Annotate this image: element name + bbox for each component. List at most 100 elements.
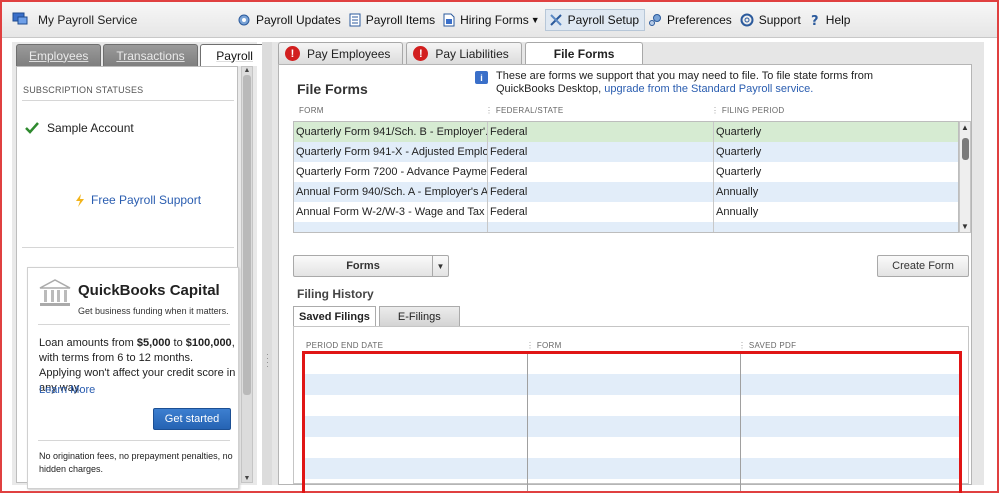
tab-employees[interactable]: Employees [16,44,102,66]
payroll-items-button[interactable]: Payroll Items [346,9,440,31]
payroll-updates-label: Payroll Updates [256,12,341,27]
tab-label: Pay Employees [307,46,391,61]
filing-history-title: Filing History [297,287,374,301]
tab-pay-liabilities[interactable]: ! Pay Liabilities [406,42,522,64]
info-text: These are forms we support that you may … [496,70,874,95]
checkmark-icon [25,122,39,134]
column-header-saved-pdf[interactable]: ⋮ SAVED PDF [738,341,796,350]
left-scrollbar[interactable]: ▲ ▼ [241,66,253,483]
account-name: Sample Account [47,121,134,135]
column-header-filing-period[interactable]: ⋮ FILING PERIOD [711,106,784,115]
support-label: Support [758,12,801,27]
forms-grid: FORM ⋮ FEDERAL/STATE ⋮ FILING PERIOD Qua… [293,103,971,273]
help-label: Help [825,12,851,27]
top-toolbar: My Payroll Service Payroll Updates Payro… [2,2,997,38]
tab-transactions[interactable]: Transactions [103,44,198,66]
document-icon [443,13,455,26]
column-header-period-end-date[interactable]: PERIOD END DATE [306,341,383,350]
scroll-down-icon[interactable]: ▼ [242,475,252,482]
divider [38,324,230,325]
subscription-statuses-header: SUBSCRIPTION STATUSES [23,85,144,95]
table-row[interactable]: Quarterly Form 941/Sch. B - Employer'...… [294,122,958,142]
chevron-down-icon[interactable]: ▼ [432,256,448,276]
file-forms-panel: File Forms i These are forms we support … [278,64,972,493]
get-started-button[interactable]: Get started [153,408,231,430]
cell-filing-period [714,222,958,232]
tab-payroll[interactable]: Payroll [199,44,270,66]
cell-federal-state [488,222,714,232]
svg-text:?: ? [811,14,819,27]
forms-dropdown-button[interactable]: Forms ▼ [293,255,449,277]
forms-grid-body: Quarterly Form 941/Sch. B - Employer'...… [293,121,959,233]
table-row[interactable]: Quarterly Form 7200 - Advance Payme... F… [294,162,958,182]
info-message: i These are forms we support that you ma… [475,70,876,96]
scrollbar-thumb[interactable] [243,75,251,395]
tab-e-filings[interactable]: E-Filings [378,306,460,326]
quickbooks-capital-card: QuickBooks Capital Get business funding … [27,267,239,489]
app-title-area: My Payroll Service [2,11,234,28]
panel-splitter[interactable]: · · · · [262,42,272,485]
payroll-service-icon [12,11,28,28]
chevron-down-icon: ▼ [530,14,540,25]
forms-button-label: Forms [346,260,380,272]
payroll-updates-button[interactable]: Payroll Updates [234,9,346,31]
main-content: ! Pay Employees ! Pay Liabilities File F… [272,42,984,493]
capital-footer: No origination fees, no prepayment penal… [39,451,233,474]
scroll-up-icon[interactable]: ▲ [242,67,252,74]
cell-federal-state: Federal [488,182,714,202]
free-payroll-support-link[interactable]: Free Payroll Support [75,193,201,207]
forms-grid-header: FORM ⋮ FEDERAL/STATE ⋮ FILING PERIOD [293,103,959,119]
left-tabs: Employees Transactions Payroll [16,44,272,66]
left-sidebar: Employees Transactions Payroll SUBSCRIPT… [12,42,270,489]
alert-icon: ! [413,46,429,61]
table-row[interactable] [294,222,958,232]
support-button[interactable]: Support [737,9,806,31]
tab-file-forms[interactable]: File Forms [524,42,644,65]
preferences-button[interactable]: Preferences [645,9,737,31]
divider [22,247,234,248]
capital-title: QuickBooks Capital [78,282,220,299]
cell-federal-state: Federal [488,122,714,142]
payroll-setup-button[interactable]: Payroll Setup [544,8,646,31]
cell-form: Annual Form W-2/W-3 - Wage and Tax ... [294,202,488,222]
cell-form: Quarterly Form 941/Sch. B - Employer'... [294,122,488,142]
tab-pay-employees[interactable]: ! Pay Employees [278,42,404,64]
cell-filing-period: Quarterly [716,126,762,138]
cell-federal-state: Federal [488,162,714,182]
scrollbar-thumb[interactable] [962,138,969,160]
alert-icon: ! [285,46,300,61]
lifebuoy-icon [740,13,754,26]
app-title: My Payroll Service [38,12,138,27]
support-link-label: Free Payroll Support [91,193,202,207]
file-forms-title: File Forms [297,81,368,97]
payroll-setup-label: Payroll Setup [567,12,640,27]
table-row[interactable]: Annual Form 940/Sch. A - Employer's A...… [294,182,958,202]
hiring-forms-label: Hiring Forms [460,12,529,27]
scroll-down-icon[interactable]: ▼ [961,222,969,231]
tab-saved-filings[interactable]: Saved Filings [293,306,376,326]
tab-label: File Forms [553,47,615,61]
column-header-federal-state[interactable]: ⋮ FEDERAL/STATE [485,106,563,115]
upgrade-link[interactable]: upgrade from the Standard Payroll servic… [604,83,813,95]
table-row[interactable]: Quarterly Form 941-X - Adjusted Emplo...… [294,142,958,162]
payroll-items-label: Payroll Items [365,12,436,27]
learn-more-link[interactable]: Learn More [39,384,95,396]
cell-federal-state: Federal [488,202,714,222]
filing-history-tabs: Saved Filings E-Filings [293,306,463,326]
cell-form: Quarterly Form 941-X - Adjusted Emplo... [294,142,488,162]
capital-subtitle: Get business funding when it matters. [78,306,229,316]
cell-federal-state: Federal [488,142,714,162]
forms-grid-scrollbar[interactable]: ▲ ▼ [959,121,971,233]
list-icon [349,13,361,26]
account-status: Sample Account [25,121,134,135]
scroll-up-icon[interactable]: ▲ [961,123,969,132]
create-form-button[interactable]: Create Form [877,255,969,277]
tools-icon [549,13,562,26]
gear-refresh-icon [238,14,250,25]
hiring-forms-button[interactable]: Hiring Forms ▼ [440,9,545,31]
table-row[interactable]: Annual Form W-2/W-3 - Wage and Tax ... F… [294,202,958,222]
column-header-form[interactable]: FORM [299,106,324,115]
tab-label: Pay Liabilities [435,46,509,61]
column-header-form[interactable]: ⋮ FORM [526,341,562,350]
help-button[interactable]: ? Help [806,9,856,31]
